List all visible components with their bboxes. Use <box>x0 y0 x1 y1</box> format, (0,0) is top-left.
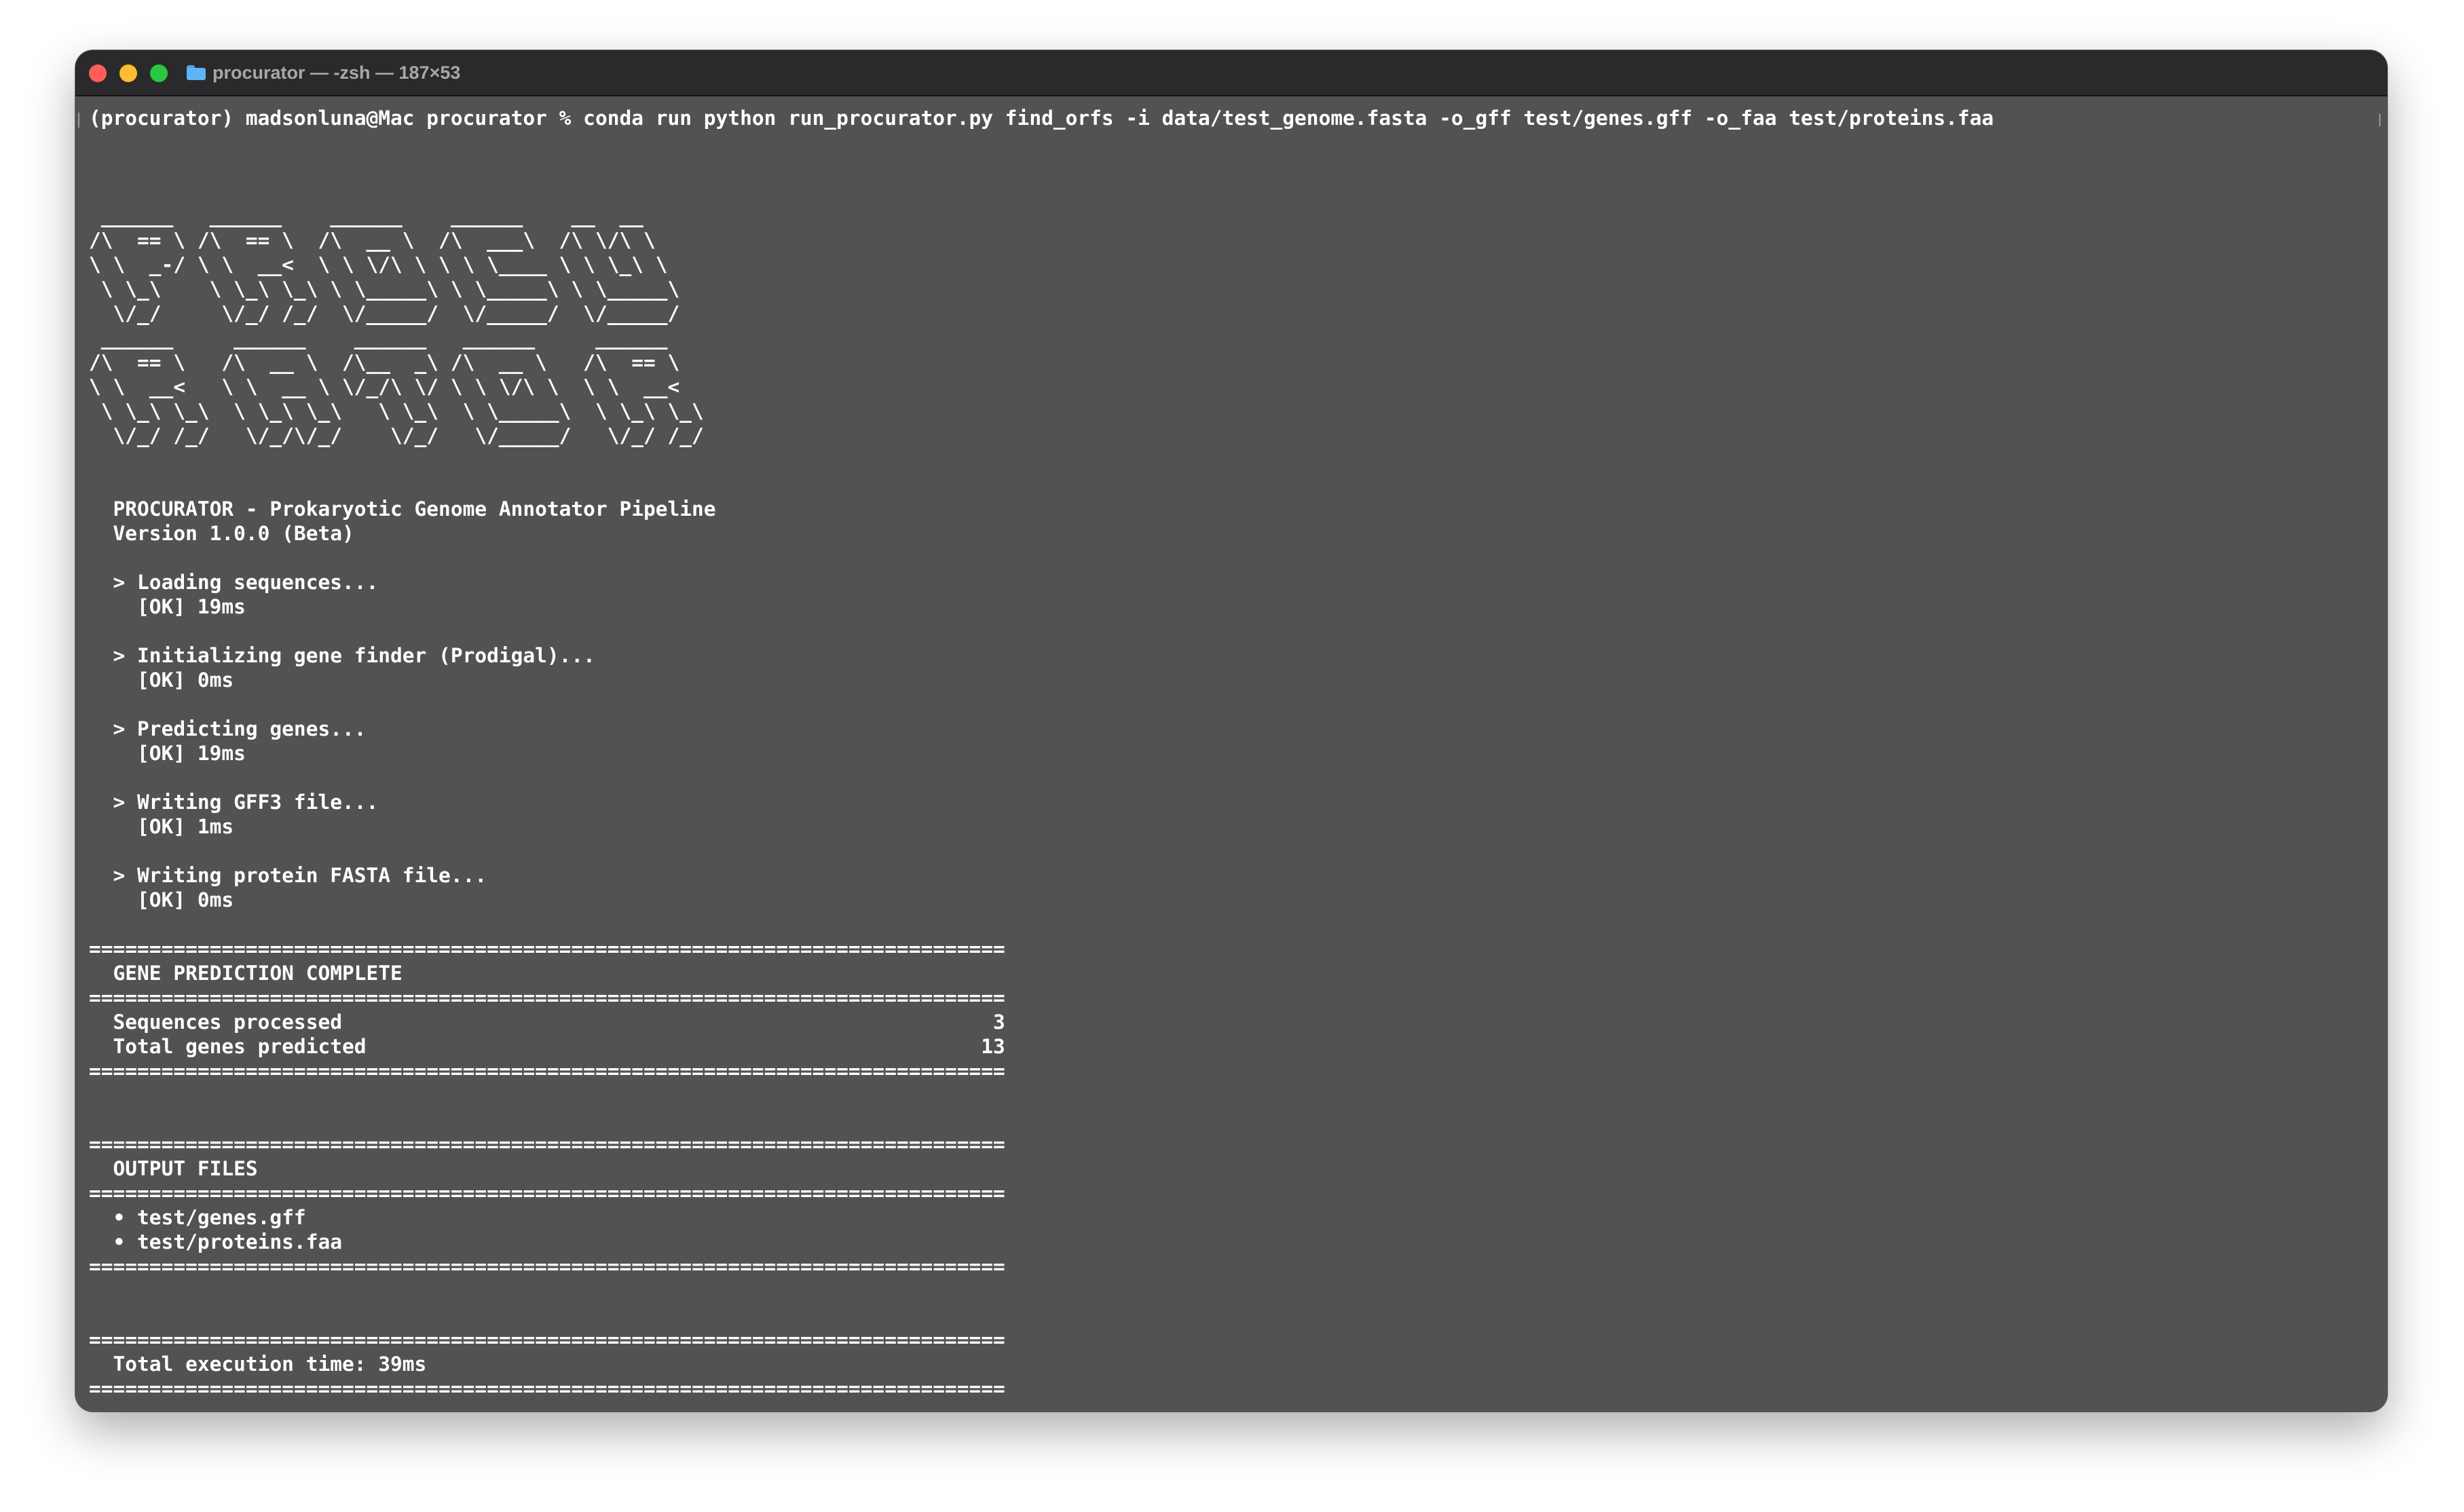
line-marker <box>78 113 79 128</box>
ascii-art-line: /\ == \ /\ == \ /\ __ \ /\ ___\ /\ \/\ \ <box>89 229 656 252</box>
folder-icon <box>187 65 206 80</box>
summary-row: Total genes predicted 13 <box>89 1035 1005 1058</box>
separator-rule: ========================================… <box>89 1255 1005 1278</box>
ascii-art-line: \/_/ \/_/ /_/ \/_____/ \/_____/ \/_____/ <box>89 302 680 325</box>
ascii-art-line: \ \ _-/ \ \ __< \ \ \/\ \ \ \ \____ \ \ … <box>89 253 668 276</box>
window-title: procurator — -zsh — 187×53 <box>212 62 461 83</box>
step-result: [OK] 0ms <box>89 888 234 911</box>
ascii-art-line: \ \_\ \ \_\ \_\ \ \_____\ \ \_____\ \ \_… <box>89 278 680 301</box>
execution-time: Total execution time: 39ms <box>89 1353 427 1376</box>
separator-rule: ========================================… <box>89 1059 1005 1082</box>
separator-rule: ========================================… <box>89 1182 1005 1205</box>
step-label: > Writing protein FASTA file... <box>89 864 487 887</box>
pipeline-version: Version 1.0.0 (Beta) <box>89 522 354 545</box>
separator-rule: ========================================… <box>89 937 1005 960</box>
output-file-item: • test/proteins.faa <box>89 1230 342 1253</box>
step-result: [OK] 0ms <box>89 668 234 692</box>
ascii-art-line: \ \ __< \ \ __ \ \/_/\ \/ \ \ \/\ \ \ \ … <box>89 375 680 398</box>
scroll-marker[interactable] <box>2379 114 2381 126</box>
command-line: (procurator) madsonluna@Mac procurator %… <box>89 107 1994 130</box>
prediction-title: GENE PREDICTION COMPLETE <box>89 962 403 985</box>
step-label: > Loading sequences... <box>89 571 379 594</box>
step-label: > Predicting genes... <box>89 717 367 740</box>
step-result: [OK] 19ms <box>89 742 246 765</box>
pipeline-title: PROCURATOR - Prokaryotic Genome Annotato… <box>89 497 716 521</box>
terminal-output[interactable]: (procurator) madsonluna@Mac procurator %… <box>89 106 2374 1412</box>
ascii-art-line: /\ == \ /\ __ \ /\__ _\ /\ __ \ /\ == \ <box>89 351 680 374</box>
ascii-art-line: ______ ______ ______ ______ __ __ <box>89 204 643 227</box>
close-button[interactable] <box>89 64 107 82</box>
summary-row: Sequences processed 3 <box>89 1010 1005 1034</box>
separator-rule: ========================================… <box>89 1133 1005 1156</box>
step-result: [OK] 19ms <box>89 595 246 618</box>
minimize-button[interactable] <box>119 64 137 82</box>
window-title-group: procurator — -zsh — 187×53 <box>187 50 460 95</box>
output-file-item: • test/genes.gff <box>89 1206 306 1229</box>
maximize-button[interactable] <box>150 64 168 82</box>
step-result: [OK] 1ms <box>89 815 234 838</box>
ascii-art-line: \ \_\ \_\ \ \_\ \_\ \ \_\ \ \_____\ \ \_… <box>89 400 704 423</box>
title-bar[interactable]: procurator — -zsh — 187×53 <box>75 50 2387 96</box>
separator-rule: ========================================… <box>89 986 1005 1009</box>
ascii-banner: ______ ______ ______ ______ __ __ /\ == … <box>89 204 2374 448</box>
ascii-art-line: \/_/ /_/ \/_/\/_/ \/_/ \/_____/ \/_/ /_/ <box>89 424 704 447</box>
output-files-title: OUTPUT FILES <box>89 1157 258 1180</box>
ascii-art-line: ______ ______ ______ ______ ______ <box>89 326 668 349</box>
separator-rule: ========================================… <box>89 1328 1005 1351</box>
terminal-window: procurator — -zsh — 187×53 (procurator) … <box>75 50 2387 1412</box>
step-label: > Initializing gene finder (Prodigal)... <box>89 644 595 667</box>
step-label: > Writing GFF3 file... <box>89 791 379 814</box>
separator-rule: ========================================… <box>89 1377 1005 1400</box>
